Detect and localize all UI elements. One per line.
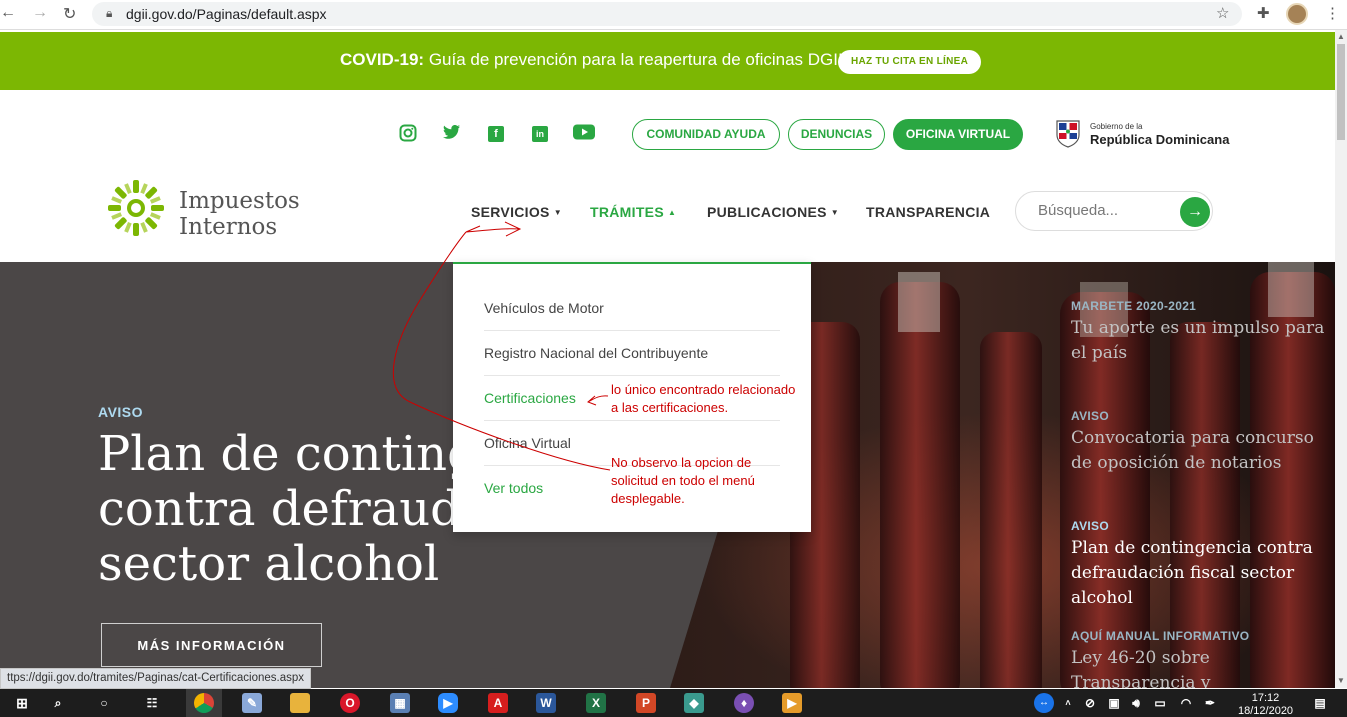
address-text: dgii.gov.do/Paginas/default.aspx <box>126 6 327 22</box>
caret-up-icon: ▲ <box>667 208 677 217</box>
volume-icon[interactable]: 🔊︎ <box>1126 693 1146 713</box>
search-icon[interactable]: ⌕ <box>48 693 68 713</box>
annotation-note-1: lo único encontrado relacionado a las ce… <box>611 382 796 415</box>
security-app-icon[interactable]: ♦ <box>734 693 754 713</box>
clock-time: 17:12 <box>1251 692 1280 704</box>
tray-chevron-icon[interactable]: ˄ <box>1058 693 1078 713</box>
notification-icon[interactable]: ▤ <box>1310 693 1330 713</box>
pen-icon[interactable]: ✒ <box>1200 693 1220 713</box>
lock-icon: 🔒︎ <box>106 6 113 20</box>
denuncias-button[interactable]: DENUNCIAS <box>788 119 885 150</box>
side-news-title-active[interactable]: Plan de contingencia contra defraudación… <box>1071 536 1331 611</box>
gobierno-label: Gobierno de la <box>1090 122 1143 131</box>
nav-publicaciones-label: PUBLICACIONES <box>707 204 827 220</box>
chrome-icon[interactable] <box>194 693 214 713</box>
bookmark-star-icon[interactable]: ☆ <box>1216 4 1229 22</box>
dropdown-item-registro[interactable]: Registro Nacional del Contribuyente <box>484 331 780 376</box>
twitter-icon[interactable] <box>442 124 462 144</box>
nav-servicios[interactable]: SERVICIOS ▼ <box>471 204 562 220</box>
instagram-icon[interactable] <box>398 124 418 144</box>
nav-tramites-label: TRÁMITES <box>590 204 664 220</box>
calculator-icon[interactable]: ▦ <box>390 693 410 713</box>
linkedin-icon[interactable]: in <box>532 126 548 142</box>
task-view-icon[interactable]: ○ <box>94 693 114 713</box>
zoom-icon[interactable]: ▶ <box>438 693 458 713</box>
windows-taskbar: ⊞ ⌕ ○ ☷ ✎ O ▦ ▶ A W X P ◆ ♦ ▶ ↔ ˄ ⊘ ▣ 🔊︎… <box>0 689 1347 717</box>
address-bar[interactable]: 🔒︎ dgii.gov.do/Paginas/default.aspx <box>92 2 1242 26</box>
network-off-icon[interactable]: ⊘ <box>1080 693 1100 713</box>
caret-down-icon: ▼ <box>830 208 840 217</box>
acrobat-icon[interactable]: A <box>488 693 508 713</box>
side-news-title[interactable]: Ley 46-20 sobre Transparencia y <box>1071 646 1331 688</box>
forward-icon[interactable]: → <box>32 4 48 22</box>
excel-icon[interactable]: X <box>586 693 606 713</box>
windows-start-icon[interactable]: ⊞ <box>12 693 32 713</box>
nav-tramites[interactable]: TRÁMITES ▲ <box>590 204 676 220</box>
nav-publicaciones[interactable]: PUBLICACIONES ▼ <box>707 204 839 220</box>
dropdown-item-vehiculos[interactable]: Vehículos de Motor <box>484 286 780 331</box>
scrollbar-thumb[interactable] <box>1337 44 1345 140</box>
back-icon[interactable]: ← <box>0 4 16 22</box>
media-player-icon[interactable]: ▶ <box>782 693 802 713</box>
extensions-icon[interactable]: ✚ <box>1257 4 1270 22</box>
search-go-arrow-icon[interactable]: → <box>1180 197 1210 227</box>
opera-icon[interactable]: O <box>340 693 360 713</box>
battery-icon[interactable]: ▭ <box>1150 693 1170 713</box>
side-news-tag: MARBETE 2020-2021 <box>1071 299 1197 313</box>
widgets-icon[interactable]: ☷ <box>142 693 162 713</box>
search-input[interactable] <box>1038 202 1168 219</box>
tray-app-icon[interactable]: ↔ <box>1034 693 1054 713</box>
page-scrollbar[interactable]: ▲ ▼ <box>1335 30 1347 688</box>
oficina-virtual-button[interactable]: OFICINA VIRTUAL <box>893 119 1023 150</box>
taskbar-clock[interactable]: 17:12 18/12/2020 <box>1238 692 1293 717</box>
covid-label: COVID-19: <box>340 50 425 69</box>
comunidad-ayuda-button[interactable]: COMUNIDAD AYUDA <box>632 119 780 150</box>
government-seal-icon <box>1056 120 1080 148</box>
nav-servicios-label: SERVICIOS <box>471 204 550 220</box>
covid-banner: COVID-19: Guía de prevención para la rea… <box>0 32 1335 90</box>
profile-avatar[interactable] <box>1286 3 1308 25</box>
caret-down-icon: ▼ <box>553 208 562 217</box>
side-news-tag: AQUÍ MANUAL INFORMATIVO <box>1071 629 1250 643</box>
scroll-down-icon[interactable]: ▼ <box>1337 676 1345 685</box>
hero-tag: AVISO <box>98 404 144 420</box>
clock-date: 18/12/2020 <box>1238 705 1294 717</box>
reload-icon[interactable]: ↻ <box>63 4 76 24</box>
powerpoint-icon[interactable]: P <box>636 693 656 713</box>
covid-message[interactable]: COVID-19: Guía de prevención para la rea… <box>340 50 843 70</box>
word-icon[interactable]: W <box>536 693 556 713</box>
covid-text: Guía de prevención para la reapertura de… <box>428 50 843 69</box>
file-explorer-icon[interactable] <box>290 693 310 713</box>
logo-text-line1[interactable]: Impuestos <box>179 188 300 214</box>
mas-informacion-button[interactable]: MÁS INFORMACIÓN <box>101 623 322 667</box>
browser-menu-icon[interactable]: ⋮ <box>1325 4 1340 22</box>
browser-toolbar: ← → ↻ 🔒︎ dgii.gov.do/Paginas/default.asp… <box>0 0 1347 30</box>
search-box: → <box>1015 191 1213 231</box>
facebook-icon[interactable]: f <box>488 126 504 142</box>
wifi-icon[interactable]: ◠ <box>1176 693 1196 713</box>
site-header: f in COMUNIDAD AYUDA DENUNCIAS OFICINA V… <box>0 90 1335 262</box>
youtube-icon[interactable] <box>573 124 595 144</box>
annotation-note-2: No observo la opcion de solicitud en tod… <box>611 455 755 506</box>
republica-label: República Dominicana <box>1090 132 1230 147</box>
app-icon[interactable]: ◆ <box>684 693 704 713</box>
status-url: ttps://dgii.gov.do/tramites/Paginas/cat-… <box>0 668 312 689</box>
nav-transparencia[interactable]: TRANSPARENCIA <box>866 204 990 220</box>
tray-device-icon[interactable]: ▣ <box>1104 693 1124 713</box>
side-news-title[interactable]: Tu aporte es un impulso para el país <box>1071 316 1331 366</box>
side-news-tag: AVISO <box>1071 519 1109 533</box>
side-news-tag: AVISO <box>1071 409 1109 423</box>
impuestos-internos-logo-icon[interactable] <box>104 176 168 240</box>
appointment-button[interactable]: HAZ TU CITA EN LÍNEA <box>838 50 982 74</box>
logo-text-line2[interactable]: Internos <box>179 214 277 240</box>
scroll-up-icon[interactable]: ▲ <box>1337 32 1345 41</box>
side-news-title[interactable]: Convocatoria para concurso de oposición … <box>1071 426 1331 476</box>
paint-icon[interactable]: ✎ <box>242 693 262 713</box>
